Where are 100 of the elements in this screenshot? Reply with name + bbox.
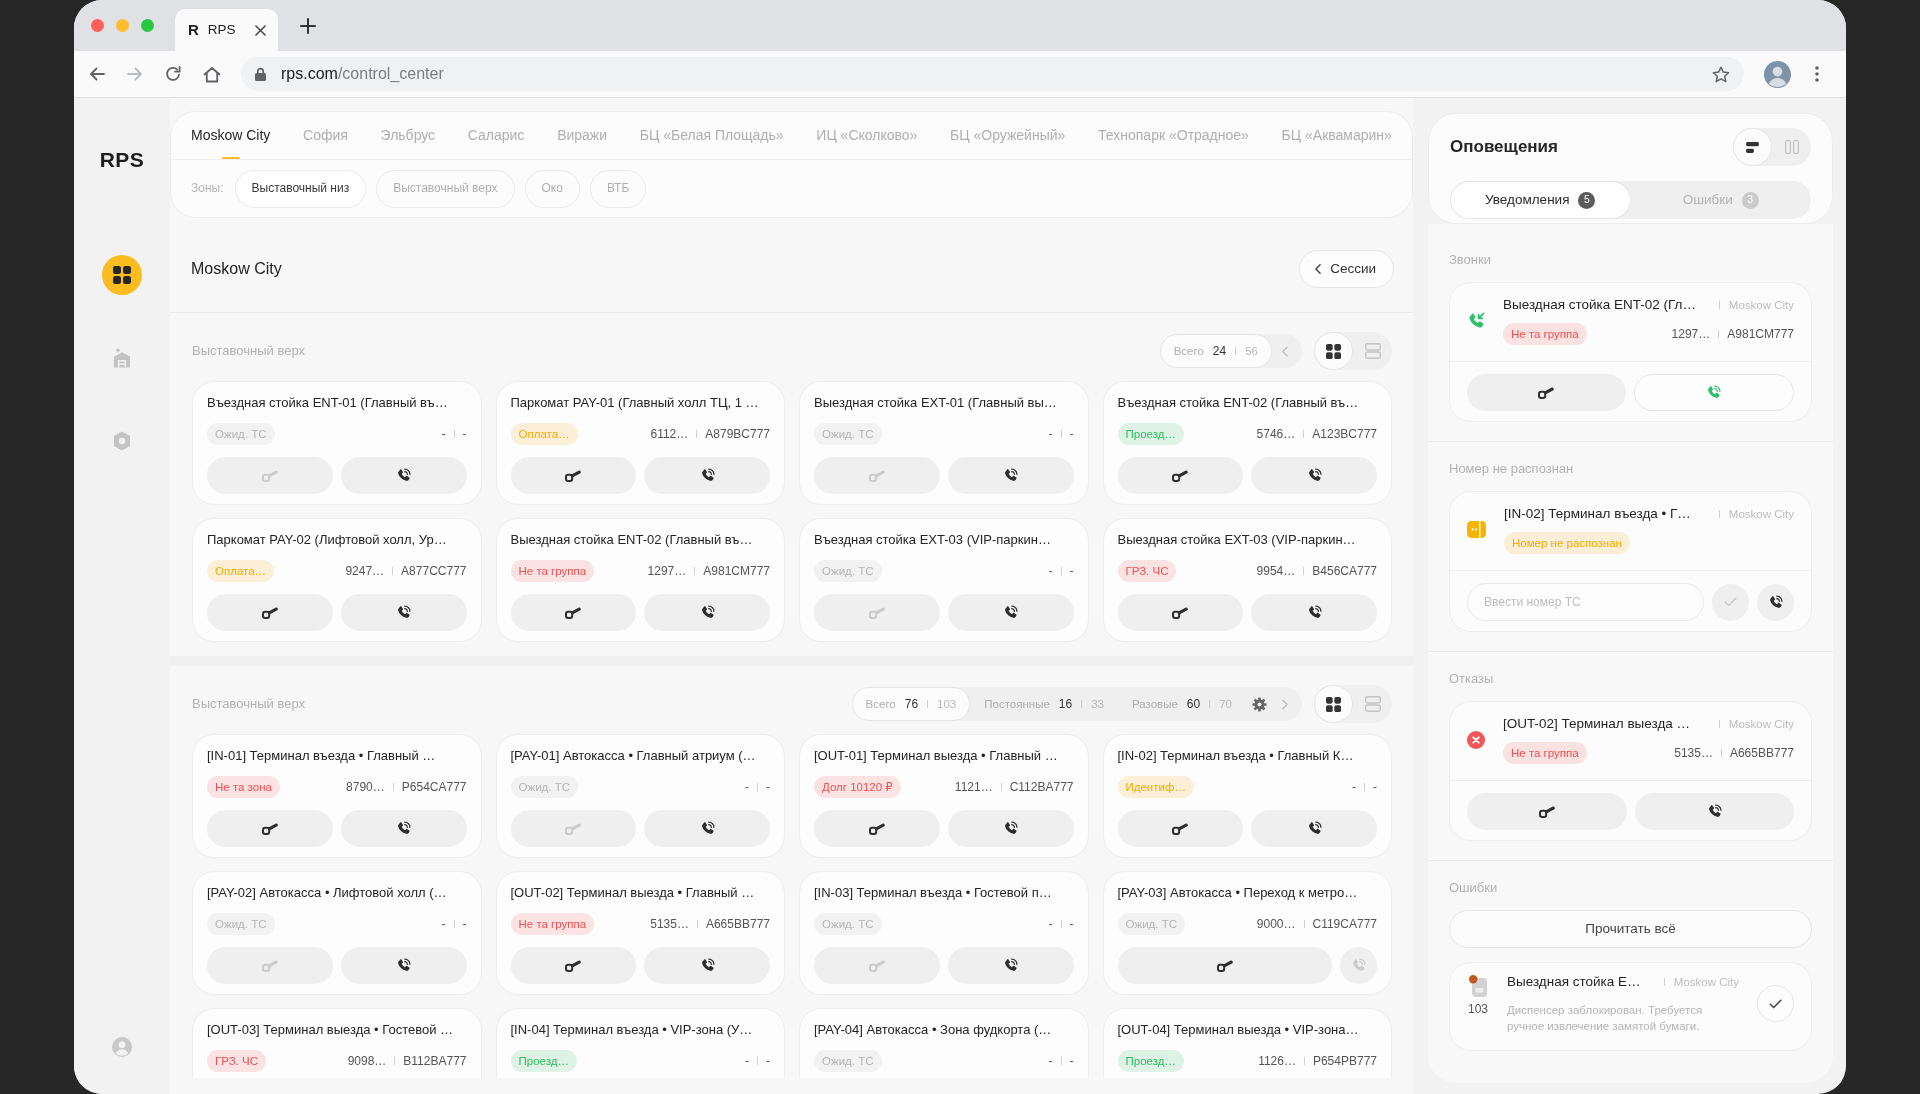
ticket-number: 1121… [954, 779, 993, 795]
back-icon[interactable] [89, 67, 105, 81]
nav-button[interactable] [102, 255, 142, 295]
barrier-button[interactable] [1117, 457, 1244, 494]
barrier-button[interactable] [1117, 810, 1244, 847]
location-tab[interactable]: Moskow City [191, 112, 271, 159]
status-badge: Оплата… [510, 423, 578, 445]
site-logo: R [188, 20, 199, 40]
barrier-button[interactable] [510, 947, 637, 984]
ticket-number: 9098… [347, 1053, 387, 1069]
ticket-number: - [1048, 563, 1053, 579]
address-bar[interactable]: rps.com/control_center [241, 57, 1744, 91]
browser-tab[interactable]: R RPS [175, 9, 278, 51]
location-label: Moskow City [1728, 506, 1794, 522]
plate-number: A877CC777 [401, 563, 467, 579]
counter-filter[interactable]: Всего 76 103 [851, 687, 971, 721]
notification-title: Выездная стойка Е… [1507, 973, 1641, 991]
grid-view-button[interactable] [1314, 685, 1353, 723]
zone-chip[interactable]: Выставочный низ [234, 169, 367, 208]
status-badge: Долг 10120 ₽ [814, 776, 901, 798]
building-icon [113, 348, 131, 368]
close-window-icon[interactable] [91, 19, 104, 32]
error-message: Диспенсер заблокирован. Требуется ручное извлечение замятой бумаги. [1507, 1003, 1704, 1034]
barrier-button[interactable] [207, 810, 333, 847]
plate-number: P654CA777 [401, 779, 467, 795]
incoming-call-icon [1467, 311, 1485, 330]
card-title: [IN-04] Терминал въезда • VIP-зона (У… [510, 1021, 754, 1039]
barrier-button[interactable] [510, 457, 637, 494]
menu-icon[interactable] [1815, 66, 1819, 82]
status-badge: Оплата… [207, 560, 275, 582]
notification-title: Выездная стойка ENT-02 (Гл… [1503, 296, 1696, 314]
minimize-window-icon[interactable] [116, 19, 129, 32]
location-tab[interactable]: София [303, 112, 348, 159]
plate-number: C112BA777 [1009, 779, 1074, 795]
status-badge: Ожид. ТС [814, 423, 882, 445]
location-tab[interactable]: ИЦ «Сколково» [816, 112, 918, 159]
sessions-button[interactable]: Сессии [1299, 250, 1394, 288]
ticket-number: - [441, 916, 446, 932]
status-badge: Ожид. ТС [814, 1050, 882, 1072]
barrier-button[interactable] [1467, 374, 1626, 411]
nut-icon [113, 431, 131, 451]
status-badge: Не та группа [510, 560, 595, 582]
terminal-icon [1469, 975, 1487, 997]
barrier-button[interactable] [1117, 594, 1244, 631]
location-tab[interactable]: БЦ «Аквамарин» [1281, 112, 1392, 159]
location-tab[interactable]: БЦ «Оружейный» [950, 112, 1066, 159]
group-title: Звонки [1449, 251, 1492, 269]
lock-icon [255, 67, 266, 81]
answer-call-button[interactable] [1633, 374, 1794, 411]
ticket-number: 6112… [650, 426, 689, 442]
location-tab[interactable]: Эльбрус [380, 112, 436, 159]
location-tab[interactable]: Саларис [467, 112, 525, 159]
location-tab[interactable]: Технопарк «Отрадное» [1098, 112, 1249, 159]
barrier-button[interactable] [1117, 947, 1332, 984]
card-title: [IN-03] Терминал въезда • Гостевой п… [814, 884, 1053, 902]
card-title: Паркомат PAY-02 (Лифтовой холл, Ур… [207, 531, 448, 549]
status-badge: Проезд… [1117, 423, 1184, 445]
plate-number: P654PB777 [1312, 1053, 1377, 1069]
maximize-window-icon[interactable] [141, 19, 154, 32]
avatar-icon[interactable] [1764, 60, 1791, 88]
barrier-button[interactable] [1467, 793, 1627, 830]
columns-icon [1784, 140, 1799, 154]
stacked-view-button[interactable] [1733, 128, 1772, 166]
location-tab[interactable]: Виражи [557, 112, 608, 159]
notification-title: [OUT-02] Терминал выезда … [1503, 715, 1691, 733]
chevron-right-icon [1282, 698, 1288, 710]
barrier-button[interactable] [814, 810, 940, 847]
card-title: Въездная стойка EXT-03 (VIP-паркин… [814, 531, 1052, 549]
home-icon[interactable] [203, 65, 221, 83]
grid-icon [1326, 696, 1341, 712]
close-icon[interactable] [255, 24, 266, 36]
grid-icon [113, 266, 131, 284]
card-title: Выездная стойка EXT-01 (Главный вы… [814, 394, 1058, 412]
confirm-button[interactable] [1757, 985, 1794, 1022]
barrier-button[interactable] [207, 594, 333, 631]
ticket-number: 9000… [1256, 916, 1296, 932]
star-icon[interactable] [1712, 65, 1730, 83]
grid-view-button[interactable] [1314, 332, 1353, 370]
profile-icon[interactable] [112, 1037, 132, 1057]
card-title: [IN-01] Терминал въезда • Главный … [207, 747, 437, 765]
ticket-number: - [441, 426, 446, 442]
plate-number: C119CA777 [1312, 916, 1377, 932]
barrier-button[interactable] [510, 594, 637, 631]
grid-icon [1326, 343, 1341, 359]
status-badge: Ожид. ТС [814, 913, 882, 935]
status-badge: Не та группа [510, 913, 595, 935]
forward-icon[interactable] [127, 67, 143, 81]
call-button[interactable] [1757, 583, 1794, 621]
new-tab-icon[interactable] [300, 17, 316, 34]
counter-filter[interactable]: Всего 24 56 [1159, 334, 1272, 368]
notification-tab[interactable]: Уведомления 5 [1450, 181, 1631, 219]
plate-number: B112BA777 [403, 1053, 467, 1069]
read-all-button[interactable]: Прочитать всё [1449, 910, 1812, 948]
plate-input[interactable]: Ввести номер ТС [1467, 583, 1704, 621]
status-badge: Проезд… [1117, 1050, 1184, 1072]
reload-icon[interactable] [165, 66, 181, 82]
status-badge: ГРЗ. ЧС [207, 1050, 266, 1072]
card-title: [OUT-02] Терминал выезда • Главный … [510, 884, 756, 902]
status-badge: Идентиф… [1117, 776, 1194, 798]
location-tab[interactable]: БЦ «Белая Площадь» [639, 112, 784, 159]
